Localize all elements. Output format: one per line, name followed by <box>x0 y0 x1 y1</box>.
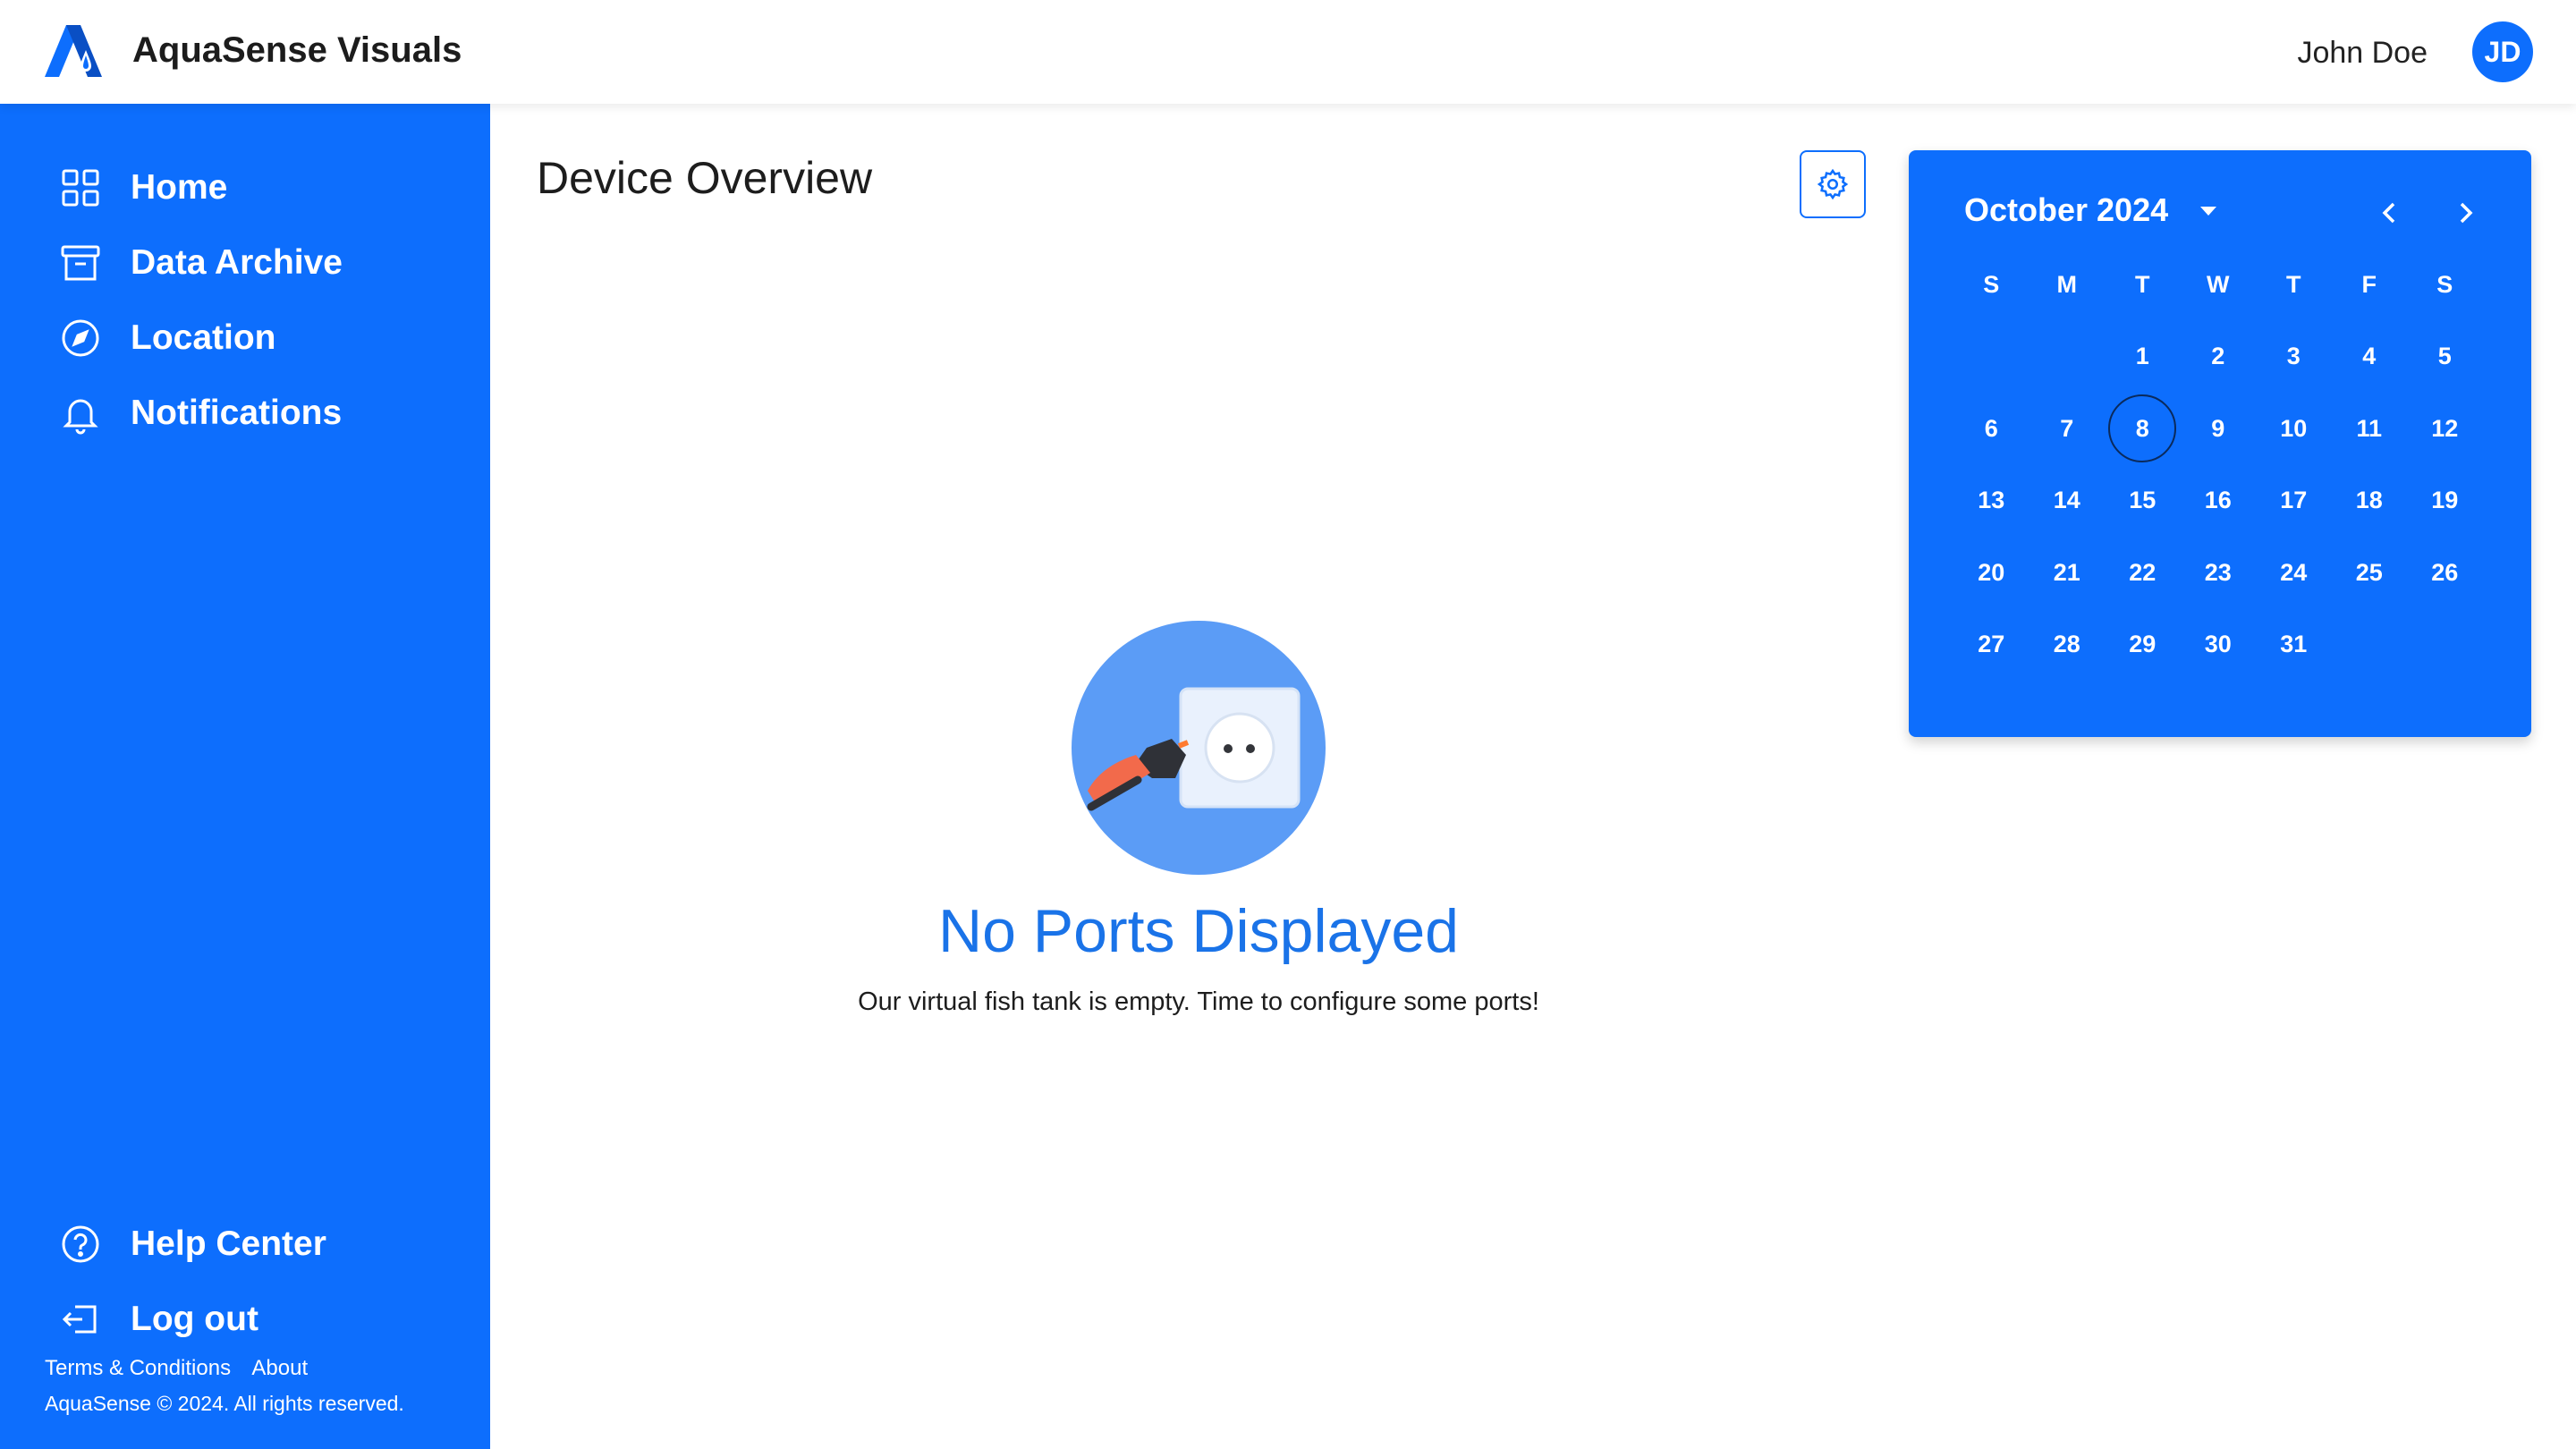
bell-icon <box>63 399 98 435</box>
sidebar: Home Data Archive Location Notifications… <box>0 104 490 1449</box>
calendar-day[interactable]: 20 <box>1953 537 2029 609</box>
sidebar-item-help-center[interactable]: Help Center <box>59 1216 326 1273</box>
sidebar-item-location[interactable]: Location <box>59 309 276 367</box>
chevron-right-icon[interactable] <box>2447 195 2483 231</box>
calendar-day[interactable]: 9 <box>2181 393 2257 465</box>
calendar-day[interactable]: 19 <box>2407 465 2483 538</box>
calendar-weekday-header: F <box>2361 270 2377 298</box>
compass-icon <box>62 319 99 357</box>
calendar-day[interactable]: 23 <box>2181 537 2257 609</box>
avatar[interactable]: JD <box>2472 21 2533 82</box>
settings-button[interactable] <box>1800 150 1866 218</box>
calendar-day[interactable]: 15 <box>2105 465 2181 538</box>
calendar-day[interactable]: 14 <box>2029 465 2106 538</box>
calendar-day[interactable]: 6 <box>1953 393 2029 465</box>
sidebar-item-label: Location <box>131 318 276 357</box>
calendar-day[interactable]: 18 <box>2332 465 2408 538</box>
calendar-day[interactable]: 16 <box>2181 465 2257 538</box>
terms-link[interactable]: Terms & Conditions <box>45 1356 231 1380</box>
calendar-weekday-header: S <box>2436 270 2453 298</box>
sidebar-item-label: Help Center <box>131 1224 326 1263</box>
caret-down-icon <box>2200 207 2217 216</box>
app-title: AquaSense Visuals <box>132 30 462 70</box>
calendar-day[interactable]: 21 <box>2029 537 2106 609</box>
sidebar-item-log-out[interactable]: Log out <box>59 1291 258 1348</box>
calendar-day[interactable]: 31 <box>2256 609 2332 682</box>
top-header: AquaSense Visuals John Doe JD <box>0 0 2576 104</box>
calendar-day[interactable]: 5 <box>2407 321 2483 394</box>
empty-state-subtitle: Our virtual fish tank is empty. Time to … <box>858 987 1539 1016</box>
copyright-text: AquaSense © 2024. All rights reserved. <box>45 1392 404 1415</box>
calendar-day[interactable]: 11 <box>2332 393 2408 465</box>
calendar-widget: October 2024 S M T W T F S 1 2 3 4 5 6 7 8 9 10 11 12 13 14 1… <box>1909 150 2531 737</box>
sidebar-item-label: Log out <box>131 1300 258 1338</box>
calendar-day[interactable]: 29 <box>2105 609 2181 682</box>
footer-links: Terms & Conditions About <box>45 1356 324 1381</box>
user-name[interactable]: John Doe <box>2297 36 2428 71</box>
calendar-empty-cell <box>1953 321 2029 394</box>
archive-icon <box>61 245 100 281</box>
calendar-month-selector[interactable]: October 2024 <box>1964 191 2222 229</box>
sidebar-item-label: Notifications <box>131 394 343 432</box>
calendar-weekday-header: T <box>2286 270 2301 298</box>
calendar-day[interactable]: 10 <box>2256 393 2332 465</box>
calendar-day[interactable]: 28 <box>2029 609 2106 682</box>
calendar-day[interactable]: 26 <box>2407 537 2483 609</box>
about-link[interactable]: About <box>251 1356 308 1380</box>
sidebar-item-label: Home <box>131 168 228 207</box>
calendar-day[interactable]: 30 <box>2181 609 2257 682</box>
calendar-day[interactable]: 1 <box>2105 321 2181 394</box>
calendar-month-label: October 2024 <box>1964 191 2169 228</box>
help-icon <box>62 1225 99 1263</box>
chevron-left-icon[interactable] <box>2372 195 2408 231</box>
gear-icon <box>1817 168 1849 200</box>
calendar-day[interactable]: 12 <box>2407 393 2483 465</box>
sidebar-item-data-archive[interactable]: Data Archive <box>59 234 343 292</box>
calendar-weekday-header: W <box>2207 270 2230 298</box>
calendar-day[interactable]: 22 <box>2105 537 2181 609</box>
calendar-day-selected[interactable]: 8 <box>2105 393 2181 465</box>
calendar-day[interactable]: 27 <box>1953 609 2029 682</box>
calendar-weekday-header: S <box>1983 270 2000 298</box>
calendar-day[interactable]: 25 <box>2332 537 2408 609</box>
sidebar-item-label: Data Archive <box>131 243 343 282</box>
empty-state-title: No Ports Displayed <box>937 897 1460 965</box>
calendar-day[interactable]: 13 <box>1953 465 2029 538</box>
unplugged-socket-icon <box>1072 621 1326 875</box>
calendar-day[interactable]: 4 <box>2332 321 2408 394</box>
calendar-day[interactable]: 2 <box>2181 321 2257 394</box>
calendar-day[interactable]: 24 <box>2256 537 2332 609</box>
sidebar-item-notifications[interactable]: Notifications <box>59 385 342 442</box>
page-title: Device Overview <box>537 153 873 203</box>
calendar-grid: S M T W T F S 1 2 3 4 5 6 7 8 9 10 11 12 13 14 15 16 17 18 19 20 21… <box>1953 249 2483 681</box>
calendar-weekday-header: M <box>2056 270 2078 298</box>
grid-icon <box>62 169 99 207</box>
aquasense-logo-icon[interactable] <box>41 23 106 79</box>
calendar-day[interactable]: 17 <box>2256 465 2332 538</box>
calendar-weekday-header: T <box>2135 270 2150 298</box>
sidebar-item-home[interactable]: Home <box>59 159 227 216</box>
calendar-day[interactable]: 7 <box>2029 393 2106 465</box>
calendar-empty-cell <box>2029 321 2106 394</box>
calendar-day[interactable]: 3 <box>2256 321 2332 394</box>
logout-icon <box>62 1305 97 1334</box>
